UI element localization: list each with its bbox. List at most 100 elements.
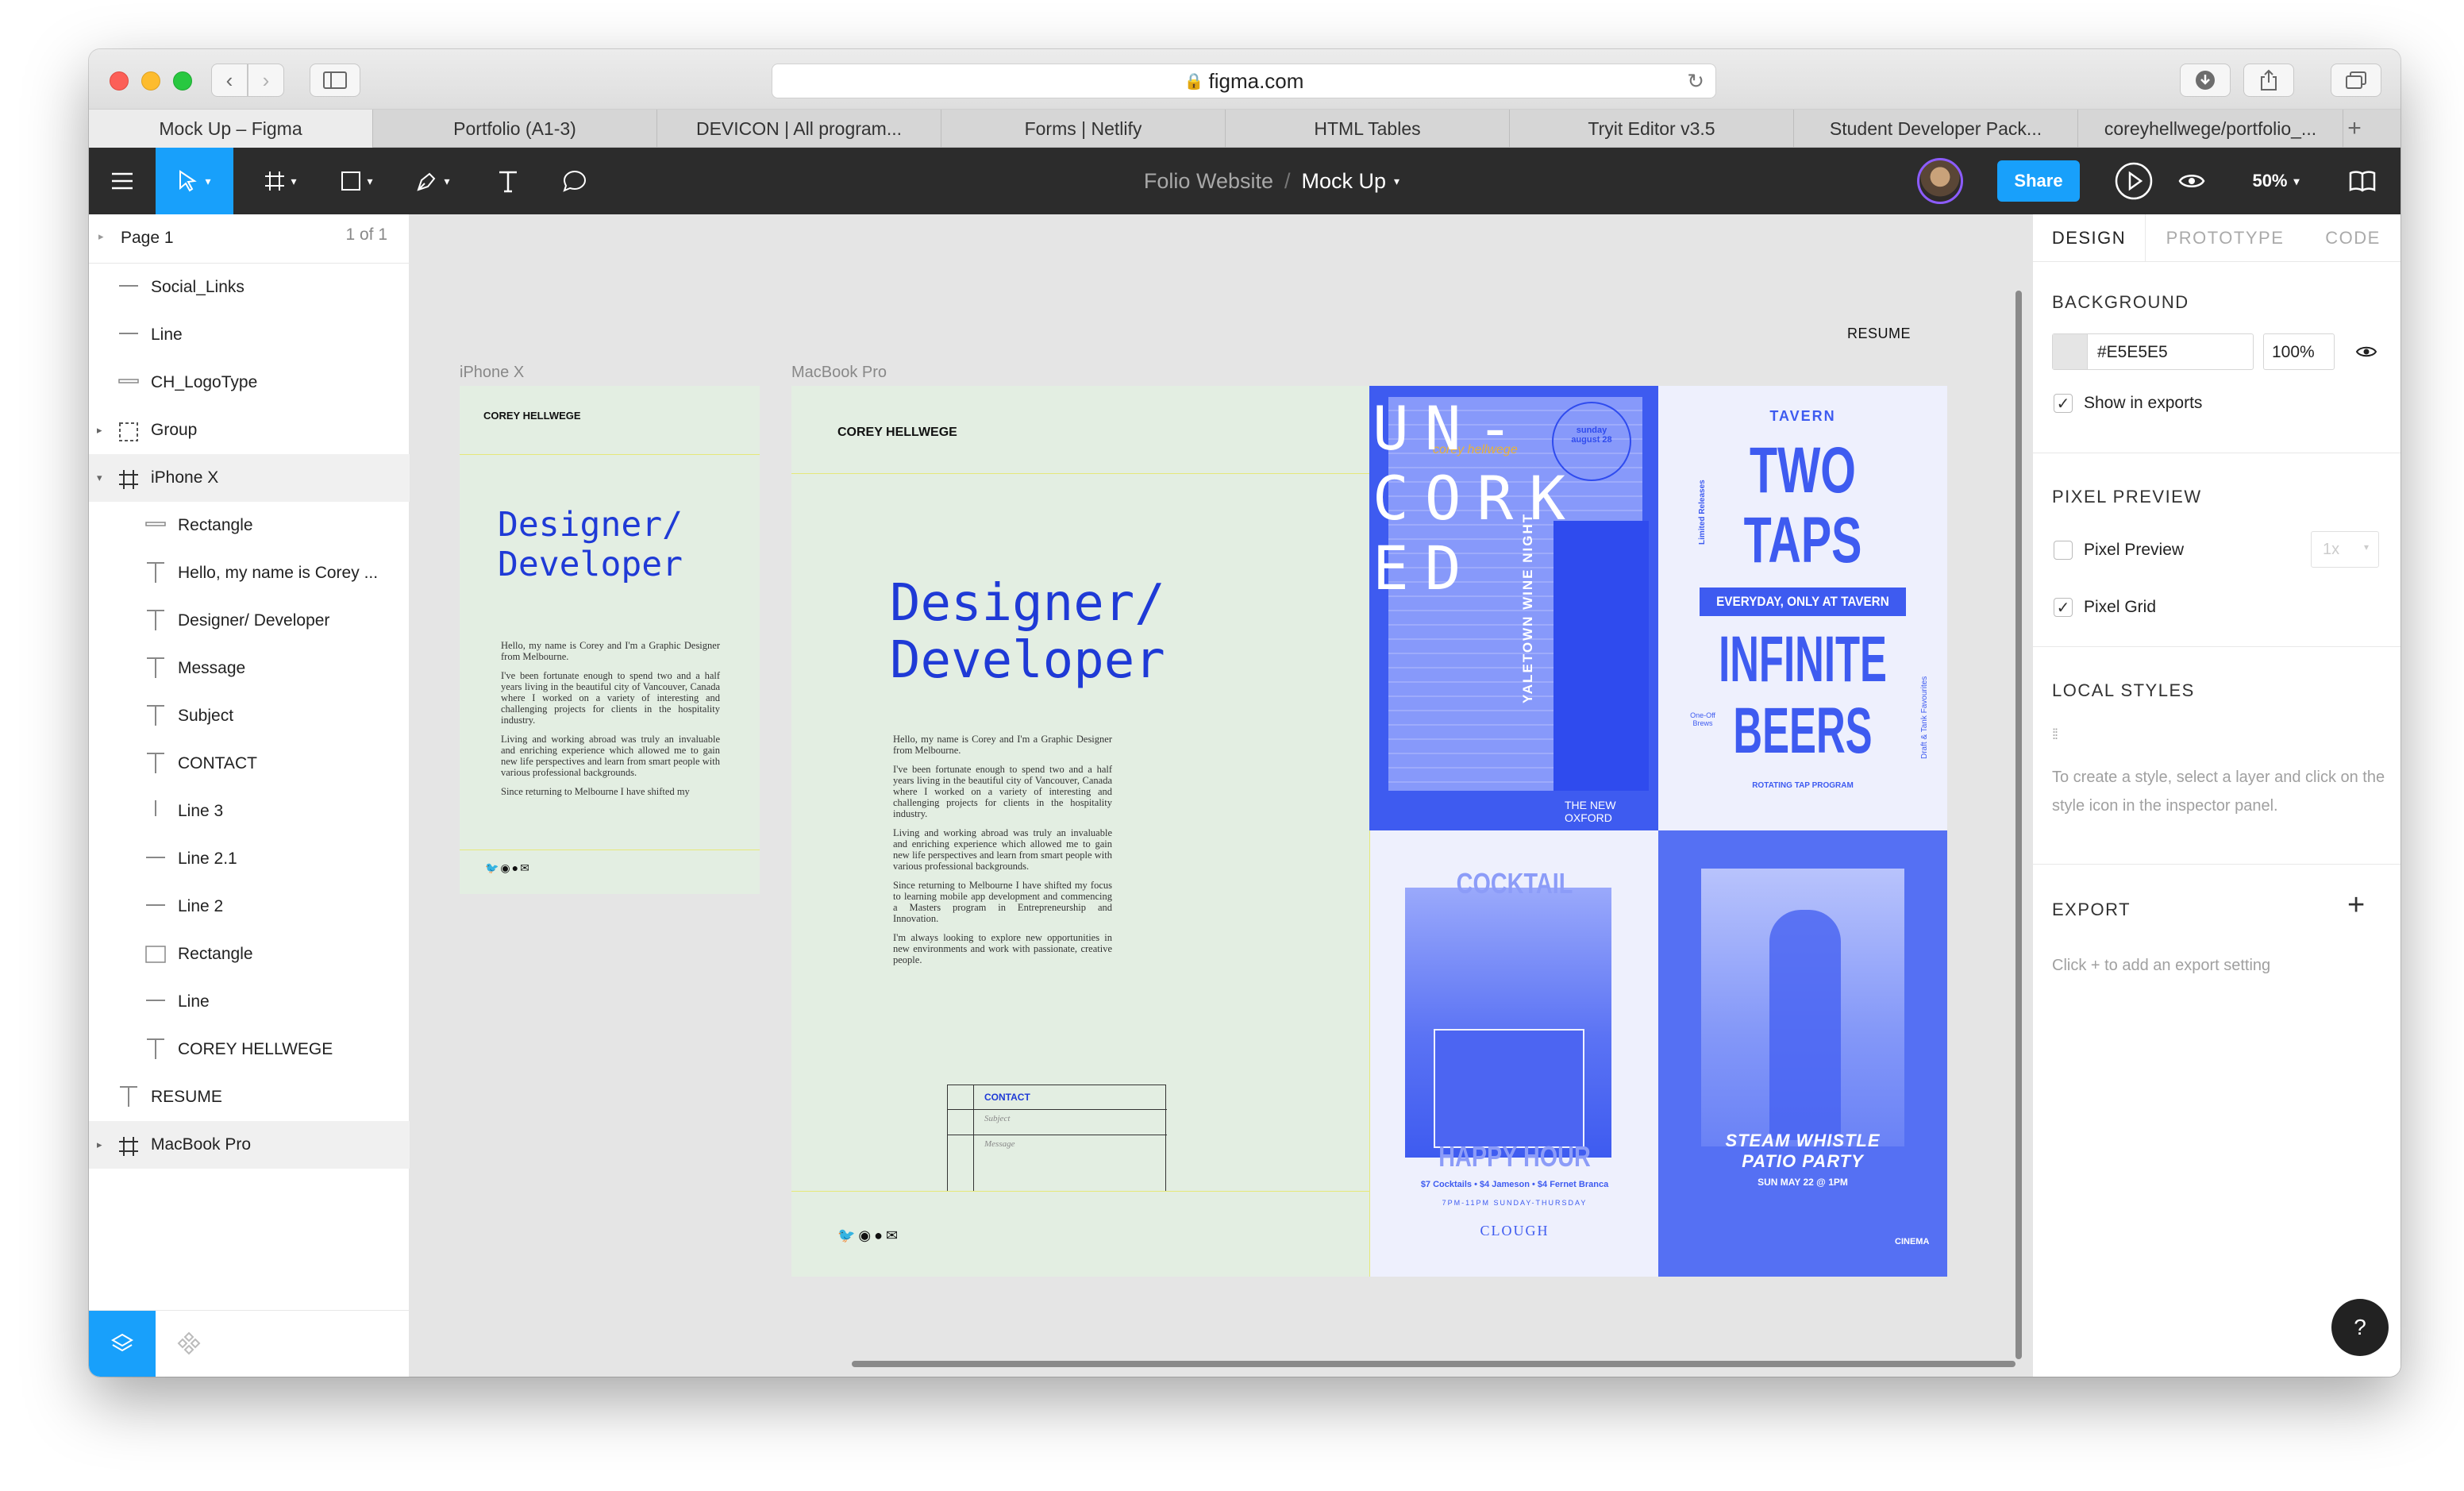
iphone-frame-label[interactable]: iPhone X bbox=[460, 364, 524, 382]
view-options-button[interactable] bbox=[2164, 148, 2220, 214]
pixel-preview-scale-select[interactable]: 1x ▾ bbox=[2311, 531, 2379, 568]
layers-tab-button[interactable] bbox=[89, 1311, 156, 1377]
layer-row[interactable]: ▸ Group bbox=[89, 406, 410, 454]
bg-visibility-toggle[interactable] bbox=[2350, 338, 2382, 365]
horizontal-scrollbar[interactable] bbox=[852, 1361, 2015, 1367]
text-icon bbox=[144, 751, 167, 780]
layer-label: Line 2.1 bbox=[178, 850, 237, 868]
add-export-button[interactable]: + bbox=[2347, 888, 2365, 923]
layer-label: CH_LogoType bbox=[151, 373, 258, 391]
tab-github-portfolio[interactable]: coreyhellwege/portfolio_... bbox=[2078, 110, 2343, 148]
layer-row[interactable]: Line bbox=[89, 978, 410, 1026]
layer-row[interactable]: Line bbox=[89, 311, 410, 359]
macbook-frame-label[interactable]: MacBook Pro bbox=[791, 364, 887, 382]
tab-devicon[interactable]: DEVICON | All program... bbox=[657, 110, 941, 148]
intro-paragraph: Since returning to Melbourne I have shif… bbox=[501, 786, 690, 797]
vertical-scrollbar[interactable] bbox=[2015, 291, 2022, 1359]
resume-text-layer[interactable]: RESUME bbox=[1847, 326, 1911, 342]
comment-tool-button[interactable] bbox=[541, 148, 608, 214]
caret-icon[interactable]: ▸ bbox=[97, 1138, 102, 1151]
bg-color-swatch[interactable] bbox=[2053, 334, 2088, 369]
iphone-frame[interactable]: COREY HELLWEGE Designer/ Developer Hello… bbox=[460, 386, 760, 894]
file-name[interactable]: Mock Up bbox=[1302, 169, 1387, 194]
address-bar[interactable]: 🔒 figma.com ↻ bbox=[772, 64, 1716, 98]
macbook-frame[interactable]: COREY HELLWEGE Designer/ Developer Hello… bbox=[791, 386, 1947, 1277]
shape-tool-button[interactable]: ▾ bbox=[322, 148, 391, 214]
close-window-button[interactable] bbox=[110, 71, 129, 91]
layer-label: COREY HELLWEGE bbox=[178, 1040, 333, 1058]
share-button[interactable]: Share bbox=[1997, 160, 2080, 202]
bg-hex-value[interactable]: #E5E5E5 bbox=[2097, 343, 2168, 362]
eye-icon bbox=[2178, 175, 2205, 187]
layer-row[interactable]: Line 3 bbox=[89, 788, 410, 835]
minimize-window-button[interactable] bbox=[141, 71, 160, 91]
poster-band-text: EVERYDAY, ONLY AT TAVERN bbox=[1716, 594, 1889, 609]
back-button[interactable]: ‹ bbox=[211, 64, 248, 97]
main-menu-button[interactable] bbox=[89, 148, 156, 214]
present-button[interactable] bbox=[2100, 148, 2167, 214]
components-tab-button[interactable] bbox=[156, 1311, 222, 1377]
tab-mock-up-figma[interactable]: Mock Up – Figma bbox=[89, 110, 373, 148]
tab-student-developer-pack[interactable]: Student Developer Pack... bbox=[1794, 110, 2078, 148]
zoom-window-button[interactable] bbox=[173, 71, 192, 91]
reload-icon[interactable]: ↻ bbox=[1687, 69, 1704, 94]
tab-tryit-editor[interactable]: Tryit Editor v3.5 bbox=[1510, 110, 1794, 148]
canvas[interactable]: RESUME iPhone X MacBook Pro COREY HELLWE… bbox=[410, 214, 2031, 1377]
rectangle-icon bbox=[341, 171, 361, 191]
caret-icon[interactable]: ▸ bbox=[97, 424, 102, 437]
bg-color-field[interactable]: #E5E5E5 bbox=[2052, 333, 2254, 370]
layer-row[interactable]: RESUME bbox=[89, 1073, 410, 1121]
zoom-menu[interactable]: 50% ▾ bbox=[2232, 148, 2320, 214]
layer-label: MacBook Pro bbox=[151, 1135, 252, 1154]
bg-opacity-field[interactable]: 100% bbox=[2263, 333, 2335, 370]
show-in-exports-checkbox[interactable]: ✓ bbox=[2054, 394, 2073, 413]
show-tabs-button[interactable] bbox=[2331, 64, 2381, 97]
chevron-down-icon: ▾ bbox=[1394, 174, 1400, 187]
layer-row[interactable]: COREY HELLWEGE bbox=[89, 1026, 410, 1073]
move-tool-button[interactable]: ▾ bbox=[156, 148, 233, 214]
tab-code[interactable]: CODE bbox=[2304, 214, 2400, 262]
layer-row[interactable]: Line 2 bbox=[89, 883, 410, 930]
layer-row[interactable]: Rectangle bbox=[89, 930, 410, 978]
tab-html-tables[interactable]: HTML Tables bbox=[1226, 110, 1510, 148]
downloads-button[interactable] bbox=[2180, 64, 2231, 97]
layer-row[interactable]: Line 2.1 bbox=[89, 835, 410, 883]
layer-row[interactable]: Subject bbox=[89, 692, 410, 740]
layer-row[interactable]: CONTACT bbox=[89, 740, 410, 788]
plus-icon: + bbox=[2347, 115, 2362, 141]
tab-prototype[interactable]: PROTOTYPE bbox=[2146, 214, 2304, 262]
frame-tool-button[interactable]: ▾ bbox=[246, 148, 314, 214]
layer-row[interactable]: ▾ iPhone X bbox=[89, 454, 410, 502]
tab-portfolio[interactable]: Portfolio (A1-3) bbox=[373, 110, 657, 148]
forward-button[interactable]: › bbox=[248, 64, 284, 97]
page-selector[interactable]: ▸ Page 1 1 of 1 bbox=[89, 214, 410, 264]
tab-design[interactable]: DESIGN bbox=[2033, 214, 2146, 262]
layer-row[interactable]: ▸ MacBook Pro bbox=[89, 1121, 410, 1169]
library-button[interactable] bbox=[2329, 148, 2396, 214]
sidebar-toggle-button[interactable] bbox=[310, 64, 360, 97]
chevron-down-icon: ▾ bbox=[205, 174, 211, 187]
layer-row[interactable]: CH_LogoType bbox=[89, 359, 410, 406]
project-name[interactable]: Folio Website bbox=[1144, 169, 1273, 194]
layer-row[interactable]: Rectangle bbox=[89, 502, 410, 549]
text-tool-button[interactable] bbox=[475, 148, 541, 214]
poster-bottom: HAPPY HOUR bbox=[1438, 1140, 1591, 1173]
layer-row[interactable]: Hello, my name is Corey ... bbox=[89, 549, 410, 597]
file-title[interactable]: Folio Website / Mock Up ▾ bbox=[1089, 148, 1454, 214]
share-page-button[interactable] bbox=[2243, 64, 2294, 97]
layer-row[interactable]: Social_Links bbox=[89, 264, 410, 311]
pen-tool-button[interactable]: ▾ bbox=[398, 148, 467, 214]
new-tab-button[interactable]: + bbox=[2343, 110, 2366, 148]
tab-label: Forms | Netlify bbox=[1024, 118, 1142, 139]
pixel-grid-checkbox[interactable]: ✓ bbox=[2054, 598, 2073, 617]
layer-row[interactable]: Message bbox=[89, 645, 410, 692]
layer-label: RESUME bbox=[151, 1088, 222, 1106]
help-button[interactable]: ? bbox=[2331, 1299, 2389, 1356]
layer-row[interactable]: Designer/ Developer bbox=[89, 597, 410, 645]
poster-uncorked: sunday august 28 corey hellwege UN- CORK… bbox=[1369, 386, 1658, 830]
avatar[interactable] bbox=[1913, 148, 1967, 214]
pixel-preview-checkbox[interactable] bbox=[2054, 541, 2073, 560]
caret-icon[interactable]: ▾ bbox=[97, 472, 102, 484]
tab-forms-netlify[interactable]: Forms | Netlify bbox=[941, 110, 1226, 148]
pixel-preview-title: PIXEL PREVIEW bbox=[2052, 487, 2202, 507]
